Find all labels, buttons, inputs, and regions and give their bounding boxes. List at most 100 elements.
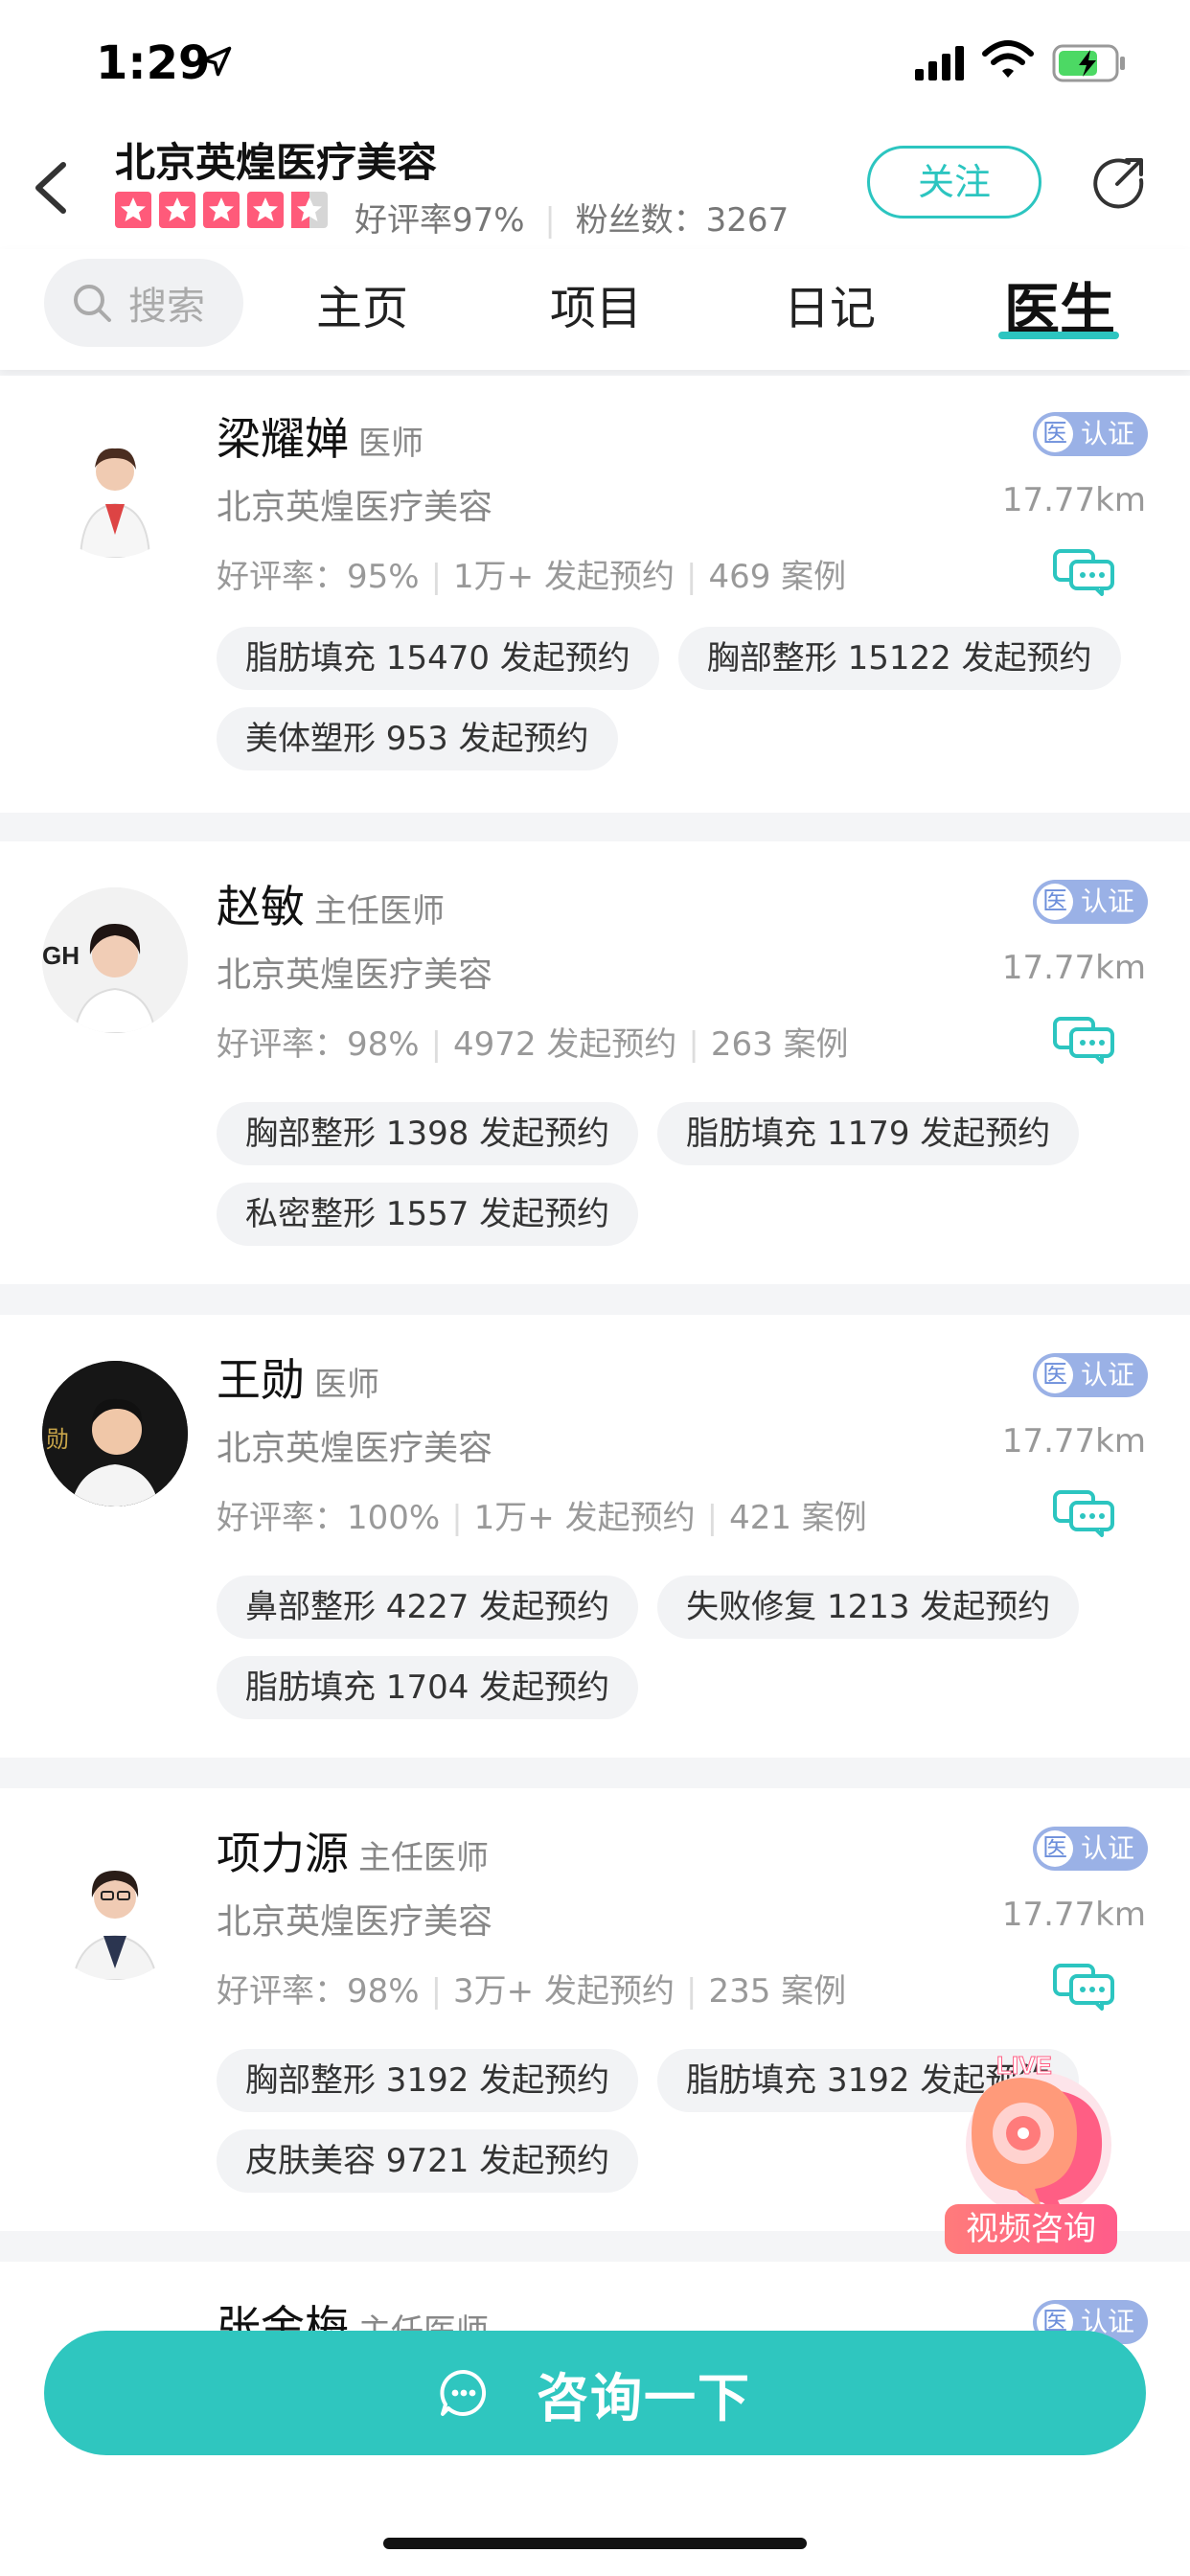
doctor-rating: 好评率：98% [217, 1025, 420, 1064]
certified-badge: 医认证 [1033, 412, 1148, 456]
active-tab-indicator [998, 332, 1119, 339]
certified-badge: 医认证 [1033, 1353, 1148, 1397]
svg-text:勋: 勋 [46, 1427, 69, 1453]
certified-badge: 医认证 [1033, 880, 1148, 924]
doctor-name-row: 赵敏 主任医师 [217, 872, 445, 935]
certified-badge: 医认证 [1033, 1827, 1148, 1871]
share-icon[interactable] [1090, 153, 1148, 211]
chat-bubble-icon [440, 2369, 487, 2416]
doctor-distance: 17.77km [1001, 1896, 1146, 1934]
status-bar: 1:29 [0, 0, 1190, 125]
doctor-avatar: GH [42, 887, 188, 1033]
project-tag[interactable]: 胸部整形 1398 发起预约 [217, 1102, 639, 1165]
fans-count: 粉丝数：3267 [575, 201, 790, 240]
doctor-name: 梁耀婵 [217, 413, 349, 465]
certified-label: 认证 [1081, 886, 1135, 917]
doctor-cases: 235 案例 [708, 1972, 847, 2011]
back-chevron-icon[interactable] [29, 161, 71, 215]
home-indicator [383, 2538, 807, 2549]
chat-bubbles-icon[interactable] [1052, 1016, 1115, 1064]
wifi-icon [982, 40, 1034, 78]
doctor-cases: 263 案例 [710, 1025, 849, 1064]
medical-badge-icon: 医 [1037, 884, 1073, 920]
doctor-cases: 421 案例 [729, 1499, 867, 1537]
status-time: 1:29 [96, 36, 211, 90]
tab-home[interactable]: 主页 [316, 270, 408, 337]
chat-bubbles-icon[interactable] [1052, 1489, 1115, 1537]
doctor-name: 王勋 [217, 1354, 305, 1406]
project-tag[interactable]: 胸部整形 15122 发起预约 [677, 627, 1121, 690]
chat-bubbles-icon[interactable] [1052, 548, 1115, 596]
tab-diary[interactable]: 日记 [784, 270, 876, 337]
chat-bubbles-icon[interactable] [1052, 1963, 1115, 2011]
doctor-appointments: 1万+ 发起预约 [473, 1499, 696, 1537]
star-icon [159, 192, 195, 228]
star-icon [203, 192, 240, 228]
certified-label: 认证 [1081, 1359, 1135, 1391]
doctor-appointments: 4972 发起预约 [453, 1025, 677, 1064]
doctor-stats: 好评率：100% | 1万+ 发起预约 | 421 案例 [217, 1499, 867, 1537]
cellular-signal-icon [915, 46, 964, 80]
follow-button[interactable]: 关注 [867, 146, 1041, 218]
medical-badge-icon: 医 [1037, 416, 1073, 452]
consult-button[interactable]: 咨询一下 [44, 2331, 1146, 2455]
project-tag[interactable]: 脂肪填充 15470 发起预约 [217, 627, 659, 690]
doctor-hospital: 北京英煌医疗美容 [217, 1902, 493, 1942]
medical-badge-icon: 医 [1037, 1357, 1073, 1393]
project-tags: 鼻部整形 4227 发起预约 失败修复 1213 发起预约 脂肪填充 1704 … [217, 1576, 1156, 1719]
doctor-title: 主任医师 [358, 1839, 489, 1877]
certified-label: 认证 [1081, 418, 1135, 449]
project-tag[interactable]: 胸部整形 3192 发起预约 [217, 2049, 639, 2112]
doctor-name: 项力源 [217, 1828, 349, 1879]
store-rating-percent: 好评率97% [355, 201, 525, 240]
certified-label: 认证 [1081, 1832, 1135, 1864]
doctor-avatar [42, 1834, 188, 1980]
tab-projects[interactable]: 项目 [550, 270, 642, 337]
project-tag[interactable]: 鼻部整形 4227 发起预约 [217, 1576, 639, 1639]
svg-text:GH: GH [42, 941, 80, 970]
doctor-distance: 17.77km [1001, 481, 1146, 519]
project-tag[interactable]: 美体塑形 953 发起预约 [217, 707, 618, 770]
doctor-distance: 17.77km [1001, 949, 1146, 987]
doctor-name-row: 项力源 主任医师 [217, 1819, 489, 1882]
doctor-rating: 好评率：98% [217, 1972, 420, 2011]
doctor-hospital: 北京英煌医疗美容 [217, 488, 493, 527]
project-tag[interactable]: 失败修复 1213 发起预约 [657, 1576, 1080, 1639]
store-title: 北京英煌医疗美容 [115, 139, 438, 186]
doctor-hospital: 北京英煌医疗美容 [217, 955, 493, 995]
project-tags: 脂肪填充 15470 发起预约 胸部整形 15122 发起预约 美体塑形 953… [217, 627, 1156, 770]
doctor-hospital: 北京英煌医疗美容 [217, 1429, 493, 1468]
doctor-avatar [42, 412, 188, 558]
doctor-cases: 469 案例 [708, 558, 847, 596]
location-arrow-icon [201, 46, 232, 77]
store-header: 北京英煌医疗美容 好评率97% | 粉丝数：3267 关注 [0, 125, 1190, 249]
project-tag[interactable]: 脂肪填充 1179 发起预约 [657, 1102, 1080, 1165]
doctor-title: 医师 [314, 1366, 379, 1404]
doctor-name: 赵敏 [217, 881, 305, 932]
project-tag[interactable]: 皮肤美容 9721 发起预约 [217, 2129, 639, 2193]
star-icon [115, 192, 151, 228]
tab-bar: 搜索 主页 项目 日记 医生 [0, 249, 1190, 370]
search-icon [74, 285, 111, 322]
doctor-stats: 好评率：95% | 1万+ 发起预约 | 469 案例 [217, 558, 847, 596]
star-icon [247, 192, 284, 228]
doctor-rating: 好评率：100% [217, 1499, 441, 1537]
doctor-name-row: 梁耀婵 医师 [217, 404, 423, 468]
doctor-distance: 17.77km [1001, 1422, 1146, 1460]
doctor-stats: 好评率：98% | 3万+ 发起预约 | 235 案例 [217, 1972, 847, 2011]
project-tag[interactable]: 脂肪填充 1704 发起预约 [217, 1656, 639, 1719]
doctor-rating: 好评率：95% [217, 558, 420, 596]
doctor-stats: 好评率：98% | 4972 发起预约 | 263 案例 [217, 1025, 849, 1064]
doctor-card[interactable]: 勋 王勋 医师 医认证 北京英煌医疗美容 17.77km 好评率：100% | 1万+… [0, 1315, 1190, 1758]
doctor-card[interactable]: GH 赵敏 主任医师 医认证 北京英煌医疗美容 17.77km 好评率：98% | 4… [0, 841, 1190, 1284]
video-consult-label[interactable]: 视频咨询 [945, 2204, 1117, 2254]
doctor-appointments: 3万+ 发起预约 [453, 1972, 675, 2011]
consult-label: 咨询一下 [537, 2367, 751, 2428]
project-tag[interactable]: 私密整形 1557 发起预约 [217, 1183, 639, 1246]
search-input[interactable]: 搜索 [44, 259, 243, 347]
doctor-appointments: 1万+ 发起预约 [453, 558, 675, 596]
doctor-card[interactable]: 梁耀婵 医师 医认证 北京英煌医疗美容 17.77km 好评率：95% | 1万+ 发… [0, 376, 1190, 813]
medical-badge-icon: 医 [1037, 1830, 1073, 1867]
search-placeholder: 搜索 [128, 285, 205, 329]
store-rating-and-fans: 好评率97% | 粉丝数：3267 [355, 201, 790, 240]
